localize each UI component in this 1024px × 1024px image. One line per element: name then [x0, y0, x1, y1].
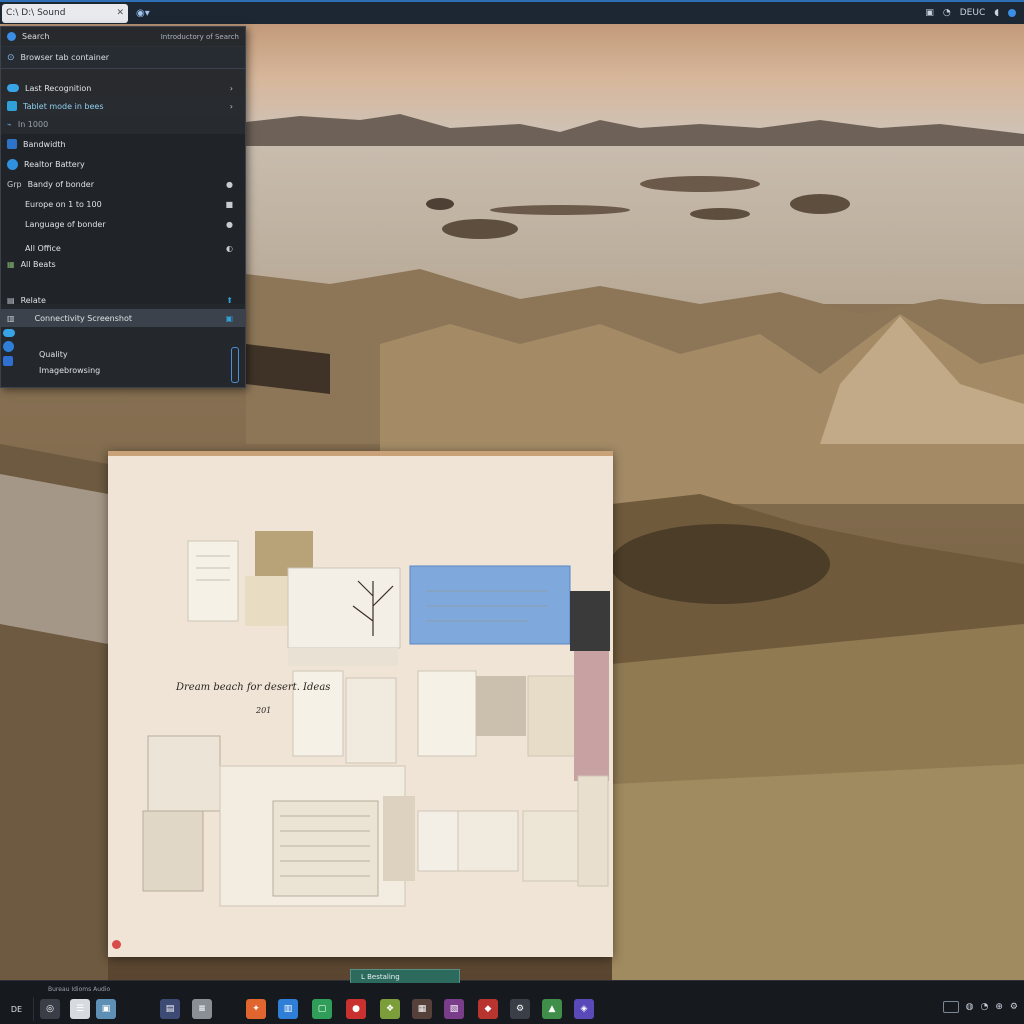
display-icon[interactable]	[942, 1001, 959, 1013]
address-bar[interactable]: C:\ D:\ Sound ✕	[2, 3, 128, 23]
top-right-label: DEUC	[959, 8, 986, 18]
sidebar-item-selected[interactable]: ▥ Connectivity Screenshot ▣	[1, 309, 245, 327]
battery-icon	[7, 158, 18, 170]
sidebar-item[interactable]: Realtor Battery	[1, 155, 245, 173]
taskbar-caption: Bureau Idioms Audio	[48, 986, 111, 993]
sidebar-title-bar: ⊙ Browser tab container	[1, 47, 245, 69]
wifi-icon[interactable]: ◔	[943, 8, 951, 18]
sidebar-title: Browser tab container	[20, 53, 110, 62]
app-purple-icon[interactable]: ▧	[444, 999, 464, 1019]
tablet-icon	[7, 101, 17, 111]
sidebar-header-label: Search	[22, 32, 50, 41]
toggle-icon[interactable]: ●	[226, 220, 233, 229]
close-icon[interactable]: ✕	[116, 8, 124, 18]
document-icon[interactable]: ☰	[70, 999, 90, 1019]
app-red2-icon[interactable]: ◆	[478, 999, 498, 1019]
sidebar-item[interactable]: ⌁ In 1000	[1, 115, 245, 133]
top-bar: C:\ D:\ Sound ✕ ◉▾ ▣ ◔ DEUC ◖	[0, 0, 1024, 24]
address-text: C:\ D:\ Sound	[6, 8, 66, 18]
sidebar-item[interactable]: Tablet mode in bees ›	[1, 97, 245, 115]
window-icon[interactable]: ▣	[225, 314, 233, 323]
taskbar: L Bestaling Bureau Idioms Audio DE ◎ ☰ ▣ ▤ ≡…	[0, 969, 1024, 1024]
app-green-icon[interactable]: ▢	[312, 999, 332, 1019]
network-tray-icon[interactable]: ◍	[966, 1002, 974, 1012]
cloud-rail-icon[interactable]	[3, 329, 15, 337]
settings-circle-icon[interactable]: ◎	[40, 999, 60, 1019]
notification-icon[interactable]: ▣	[925, 8, 934, 18]
clock-icon[interactable]: ⊕	[995, 1002, 1003, 1012]
photos-icon[interactable]: ▣	[96, 999, 116, 1019]
top-bar-status: ▣ ◔ DEUC ◖	[925, 8, 1024, 18]
record-dot-icon[interactable]	[112, 940, 121, 949]
shield-rail-icon[interactable]	[3, 341, 14, 352]
sidebar-item[interactable]: ▦ All Beats	[1, 255, 245, 273]
app-green2-icon[interactable]: ▲	[542, 999, 562, 1019]
app-violet-icon[interactable]: ◈	[574, 999, 594, 1019]
upload-icon[interactable]: ⬆	[226, 296, 233, 305]
link-icon: ⌁	[7, 119, 12, 129]
moodboard-window: Dream beach for desert. Ideas 201	[108, 451, 613, 957]
app-red-icon[interactable]: ●	[346, 999, 366, 1019]
sidebar-panel: Search Introductory of Search ⊙ Browser …	[0, 26, 246, 388]
bandwidth-icon	[7, 139, 17, 149]
system-tray: ◍ ◔ ⊕ ⚙	[942, 1001, 1018, 1013]
app-colorful-icon[interactable]: ❖	[380, 999, 400, 1019]
sidebar-item[interactable]: Last Recognition ›	[1, 79, 245, 97]
grid-icon: ▤	[7, 295, 15, 305]
beats-icon: ▦	[7, 259, 15, 269]
volume-icon[interactable]: ◖	[994, 8, 999, 18]
app-blue-icon[interactable]: ▥	[278, 999, 298, 1019]
app-menu-icon[interactable]: ◉▾	[136, 8, 150, 19]
moodboard-collage	[142, 531, 610, 907]
browser-icon[interactable]	[7, 32, 16, 41]
account-dot-icon[interactable]	[1008, 9, 1016, 17]
sidebar-header: Search Introductory of Search	[1, 27, 245, 47]
folder-rail-icon[interactable]	[3, 356, 13, 366]
handwritten-note: Dream beach for desert. Ideas	[176, 682, 331, 693]
start-button[interactable]: DE	[0, 997, 34, 1021]
app-gray-icon[interactable]: ⚙	[510, 999, 530, 1019]
volume-tray-icon[interactable]: ◔	[981, 1002, 989, 1012]
notes-icon[interactable]: ≡	[192, 999, 212, 1019]
sidebar-item[interactable]: Grp Bandy of bonder ●	[1, 175, 245, 193]
sidebar-item[interactable]: Language of bonder ●	[1, 215, 245, 233]
sidebar-header-right: Introductory of Search	[160, 32, 239, 41]
scrollbar[interactable]	[231, 347, 239, 383]
taskbar-active-tab[interactable]: L Bestaling	[350, 969, 460, 983]
sidebar-item[interactable]: Imagebrowsing	[1, 361, 245, 379]
history-icon: ⊙	[7, 52, 15, 63]
app-dark-icon[interactable]: ▦	[412, 999, 432, 1019]
sidebar-rail	[1, 329, 23, 389]
monitor-icon[interactable]: ▤	[160, 999, 180, 1019]
note-number: 201	[256, 706, 272, 715]
network-icon: ▥	[7, 313, 15, 323]
cloud-icon	[7, 84, 19, 92]
app-orange-icon[interactable]: ✦	[246, 999, 266, 1019]
sidebar-item[interactable]: Bandwidth	[1, 135, 245, 153]
group-icon: Grp	[7, 179, 22, 189]
settings-tray-icon[interactable]: ⚙	[1010, 1002, 1018, 1012]
sidebar-item[interactable]: ▤ Relate ⬆	[1, 291, 245, 309]
sidebar-item[interactable]: Europe on 1 to 100 ■	[1, 195, 245, 213]
toggle-icon[interactable]: ◐	[226, 244, 233, 253]
toggle-icon[interactable]: ●	[226, 180, 233, 189]
toggle-icon[interactable]: ■	[225, 200, 233, 209]
